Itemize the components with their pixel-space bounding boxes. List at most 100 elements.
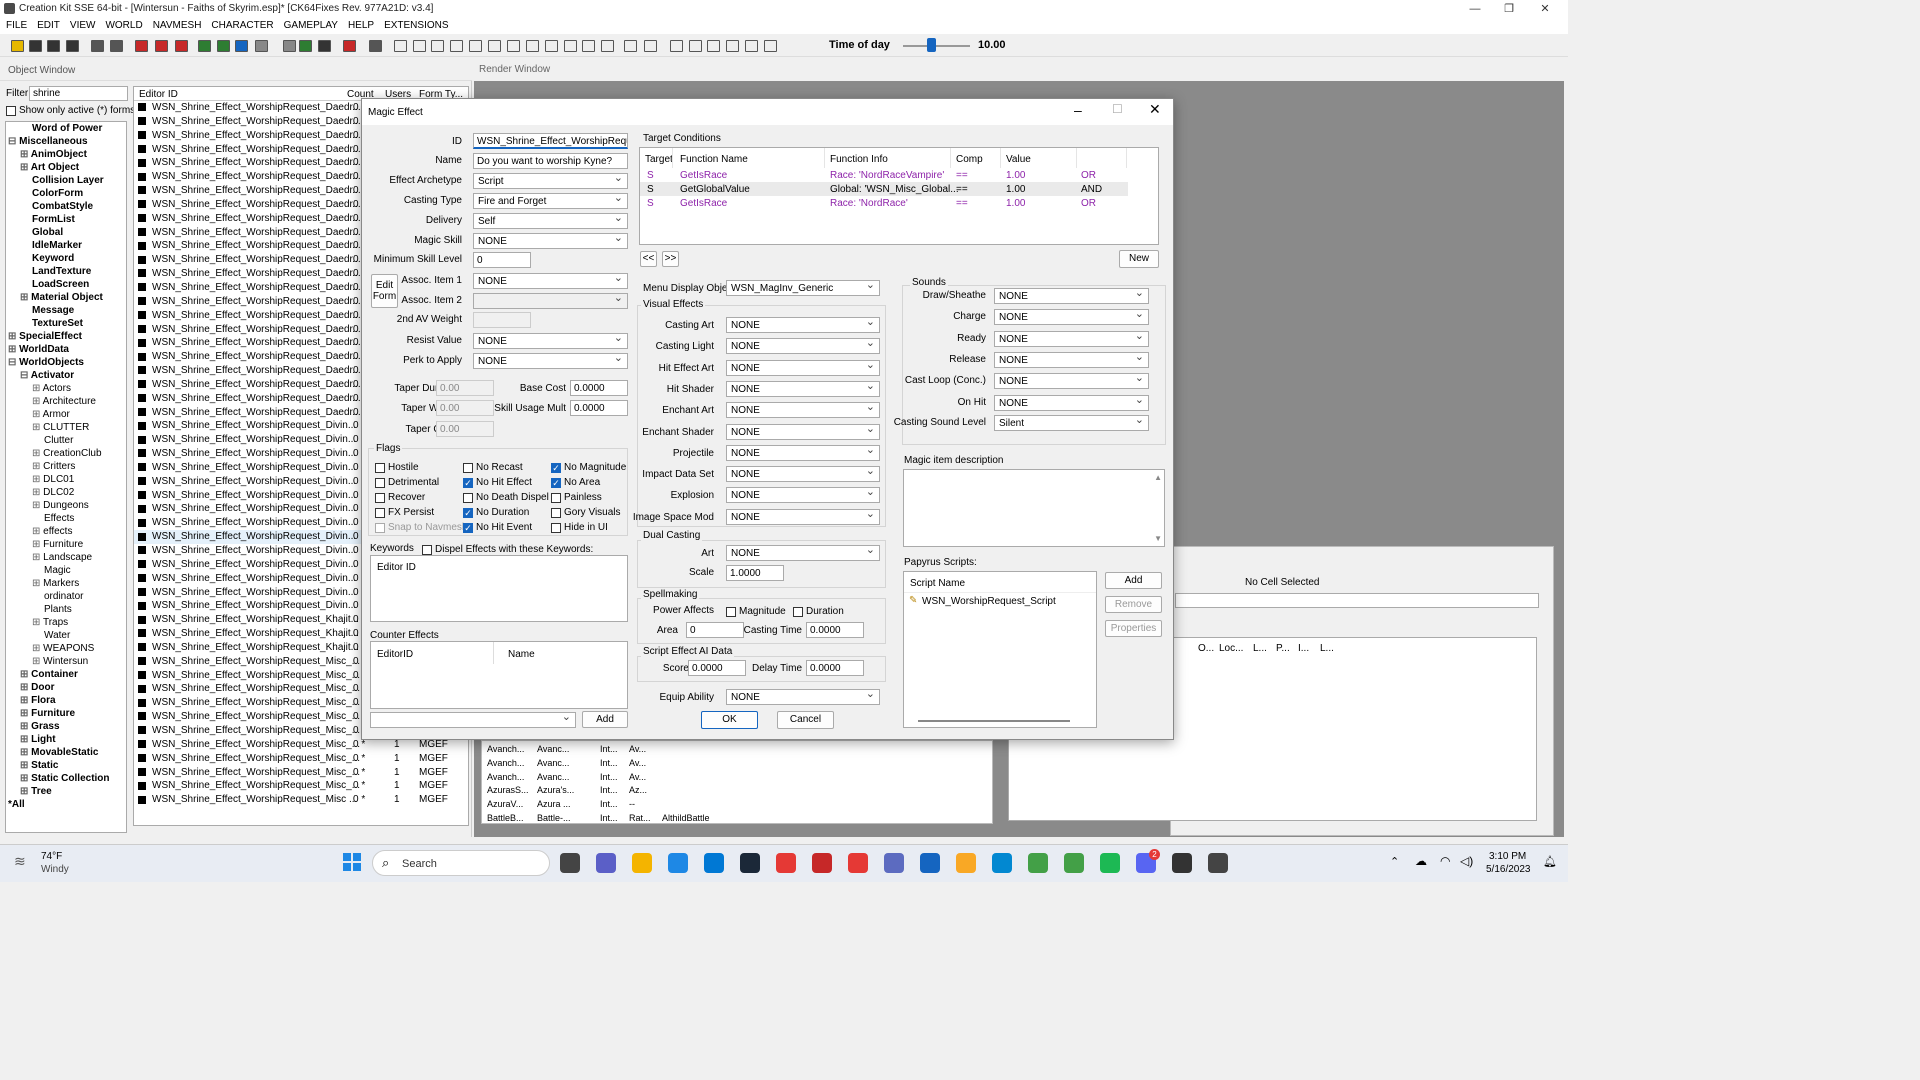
toolbar-tool-icon[interactable] [745,40,758,52]
tree-node[interactable]: ⊞ CreationClub [6,447,126,460]
tree-expander-icon[interactable]: ⊟ [8,357,19,368]
toolbar-tool-icon[interactable] [29,40,42,52]
visual-effect-select[interactable]: NONE [726,487,880,504]
visual-effect-select[interactable]: NONE [726,380,880,397]
table-row[interactable]: BattleB... Battle-... Int... Rat... AlthildB… [482,812,992,823]
script-row-name[interactable]: WSN_WorshipRequest_Script [922,596,1056,607]
tree-node[interactable]: Collision Layer [6,174,126,187]
base-cost-field[interactable]: 0.0000 [570,380,628,396]
cell-col-header[interactable]: I... [1298,643,1309,654]
tree-expander-icon[interactable]: ⊞ [32,539,43,550]
tree-expander-icon[interactable]: ⊞ [20,773,31,784]
tree-expander-icon[interactable]: ⊞ [8,344,19,355]
taskbar-search[interactable]: ⌕ Search [372,850,550,876]
delivery-select[interactable]: Self [473,213,628,229]
papyrus-scripts-list[interactable]: Script Name ✎ WSN_WorshipRequest_Script [903,571,1097,728]
visual-effect-select[interactable]: NONE [726,402,880,419]
delay-field[interactable]: 0.0000 [806,660,864,676]
menu-file[interactable]: FILE [0,19,31,31]
menu-display-select[interactable]: WSN_MagInv_Generic [726,280,880,296]
archetype-select[interactable]: Script [473,173,628,189]
tree-expander-icon[interactable]: ⊞ [32,474,43,485]
skill-usage-field[interactable]: 0.0000 [570,400,628,416]
toolbar-tool-icon[interactable] [507,40,520,52]
tree-expander-icon[interactable]: ⊞ [20,721,31,732]
visual-effect-select[interactable]: NONE [726,423,880,440]
app-icon[interactable] [884,853,904,873]
conditions-new-button[interactable]: New [1119,250,1159,268]
toolbar-tool-icon[interactable] [670,40,683,52]
close-icon[interactable]: ✕ [1528,0,1562,19]
table-row[interactable]: Avanch... Avanc... Int... Av... [482,757,992,771]
tree-node[interactable]: Effects [6,512,126,525]
tree-expander-icon[interactable]: ⊞ [20,695,31,706]
tree-expander-icon[interactable]: ⊞ [20,747,31,758]
flag-checkbox[interactable]: ✓ No Hit Event [463,522,532,533]
conditions-col-header[interactable]: Function Name [680,154,748,165]
tree-node[interactable]: ⊞ Landscape [6,551,126,564]
spotify-icon[interactable] [1100,853,1120,873]
condition-row[interactable]: S GetIsRace Race: 'NordRaceVampire' == 1.00 O… [640,168,1128,182]
cell-col-header[interactable]: L... [1320,643,1334,654]
tree-expander-icon[interactable]: ⊞ [32,617,43,628]
tree-node[interactable]: LoadScreen [6,278,126,291]
toolbar-tool-icon[interactable] [11,40,24,52]
toolbar-tool-icon[interactable] [644,40,657,52]
start-icon[interactable] [343,853,361,871]
toolbar-tool-icon[interactable] [369,40,382,52]
cell-col-header[interactable]: Loc... [1219,643,1243,654]
tree-node[interactable]: ⊞ SpecialEffect [6,330,126,343]
app-icon[interactable] [812,853,832,873]
wifi-icon[interactable]: ◠ [1440,854,1450,868]
conditions-next-button[interactable]: >> [662,251,679,267]
tree-node[interactable]: Water [6,629,126,642]
onedrive-icon[interactable]: ☁ [1415,854,1427,868]
tree-expander-icon[interactable]: ⊞ [32,383,43,394]
script-add-button[interactable]: Add [1105,572,1162,589]
tree-node[interactable]: ⊞ Light [6,733,126,746]
menu-gameplay[interactable]: GAMEPLAY [278,19,342,31]
menu-world[interactable]: WORLD [99,19,146,31]
counter-effects-list[interactable]: EditorID Name [370,641,628,709]
tree-expander-icon[interactable]: ⊞ [32,409,43,420]
tree-node[interactable]: Word of Power [6,122,126,135]
area-field[interactable]: 0 [686,622,744,638]
app-icon[interactable] [992,853,1012,873]
teams-icon[interactable] [596,853,616,873]
flag-checkbox[interactable]: Painless [551,492,602,503]
edit-form-button[interactable]: Edit Form [371,274,398,308]
assoc1-select[interactable]: NONE [473,273,628,289]
toolbar-tool-icon[interactable] [318,40,331,52]
flag-checkbox[interactable]: Hostile [375,462,419,473]
volume-icon[interactable]: ◁) [1460,854,1473,868]
conditions-col-header[interactable]: Comp [956,154,983,165]
tree-node[interactable]: ⊞ Wintersun [6,655,126,668]
notification-bell-icon[interactable]: 🔔︎ [1543,855,1557,868]
creation-kit-icon[interactable] [1208,853,1228,873]
menu-extensions[interactable]: EXTENSIONS [378,19,452,31]
tree-node[interactable]: ⊞ WEAPONS [6,642,126,655]
toolbar-tool-icon[interactable] [413,40,426,52]
tree-node[interactable]: Message [6,304,126,317]
sound-select[interactable]: NONE [994,309,1149,326]
toolbar-tool-icon[interactable] [469,40,482,52]
cell-search-input[interactable] [1175,593,1539,608]
tree-expander-icon[interactable]: ⊟ [20,370,31,381]
tree-expander-icon[interactable]: ⊞ [32,461,43,472]
flag-checkbox[interactable]: FX Persist [375,507,434,518]
col-editor-id[interactable]: Editor ID [139,89,178,100]
dialog-close-icon[interactable]: ✕ [1149,101,1161,118]
casting-type-select[interactable]: Fire and Forget [473,193,628,209]
time-of-day-slider-thumb[interactable] [927,38,937,52]
minimize-icon[interactable]: — [1458,0,1492,19]
visual-effect-select[interactable]: NONE [726,317,880,333]
tree-node[interactable]: ⊞ Static [6,759,126,772]
toolbar-tool-icon[interactable] [235,40,248,52]
conditions-col-header[interactable]: Function Info [830,154,888,165]
tree-expander-icon[interactable]: ⊞ [20,734,31,745]
visual-effect-select[interactable]: NONE [726,466,880,483]
tree-node[interactable]: ⊞ Critters [6,460,126,473]
tree-expander-icon[interactable]: ⊞ [32,643,43,654]
toolbar-tool-icon[interactable] [175,40,188,52]
tree-expander-icon[interactable]: ⊞ [32,656,43,667]
